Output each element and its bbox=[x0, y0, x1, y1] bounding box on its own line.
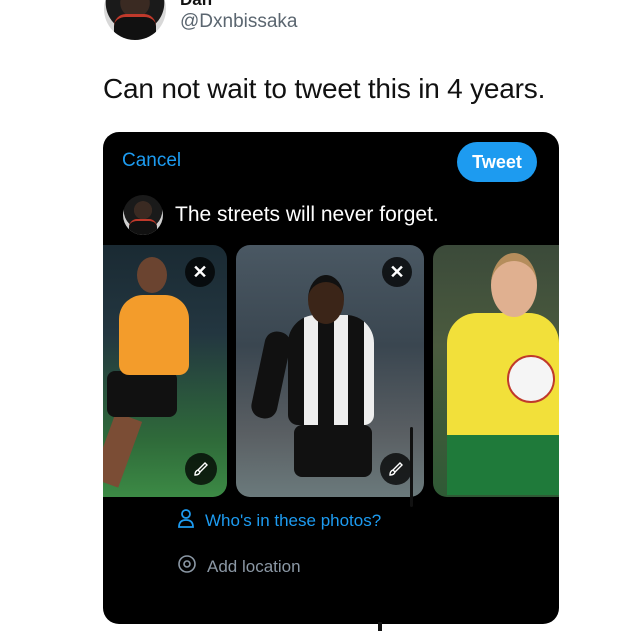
brush-icon[interactable] bbox=[380, 453, 412, 485]
cancel-button[interactable]: Cancel bbox=[122, 150, 181, 172]
overlay-stroke bbox=[378, 622, 382, 631]
player-figure bbox=[294, 425, 372, 477]
add-location-label[interactable]: Add location bbox=[207, 557, 301, 577]
player-figure bbox=[447, 435, 559, 495]
person-icon bbox=[177, 508, 195, 533]
close-icon[interactable]: ✕ bbox=[382, 257, 412, 287]
player-figure bbox=[119, 295, 189, 375]
player-figure bbox=[491, 253, 537, 317]
compose-screenshot: Cancel Tweet The streets will never forg… bbox=[103, 132, 559, 624]
compose-avatar bbox=[123, 195, 163, 235]
player-figure bbox=[103, 412, 143, 488]
tag-people-row[interactable]: Who's in these photos? bbox=[177, 508, 381, 533]
brush-icon[interactable] bbox=[185, 453, 217, 485]
tag-people-label[interactable]: Who's in these photos? bbox=[205, 511, 381, 531]
location-pin-icon bbox=[177, 554, 197, 579]
attached-photo-2[interactable]: ✕ bbox=[236, 245, 424, 497]
author-avatar[interactable] bbox=[104, 0, 166, 40]
player-figure bbox=[107, 371, 177, 417]
player-figure bbox=[288, 315, 374, 425]
player-figure bbox=[308, 275, 344, 324]
attached-photo-3[interactable] bbox=[433, 245, 559, 497]
football-icon bbox=[507, 355, 555, 403]
author-handle[interactable]: @Dxnbissaka bbox=[180, 11, 298, 33]
author-display-name[interactable]: Dan bbox=[180, 0, 212, 10]
tweet-text: Can not wait to tweet this in 4 years. bbox=[103, 73, 546, 104]
player-figure bbox=[137, 257, 167, 293]
add-location-row[interactable]: Add location bbox=[177, 554, 301, 579]
attached-photo-1[interactable]: ✕ bbox=[103, 245, 227, 497]
overlay-stroke bbox=[410, 427, 413, 507]
player-figure bbox=[249, 329, 293, 421]
compose-text[interactable]: The streets will never forget. bbox=[175, 203, 439, 227]
tweet-button[interactable]: Tweet bbox=[457, 142, 537, 182]
close-icon[interactable]: ✕ bbox=[185, 257, 215, 287]
